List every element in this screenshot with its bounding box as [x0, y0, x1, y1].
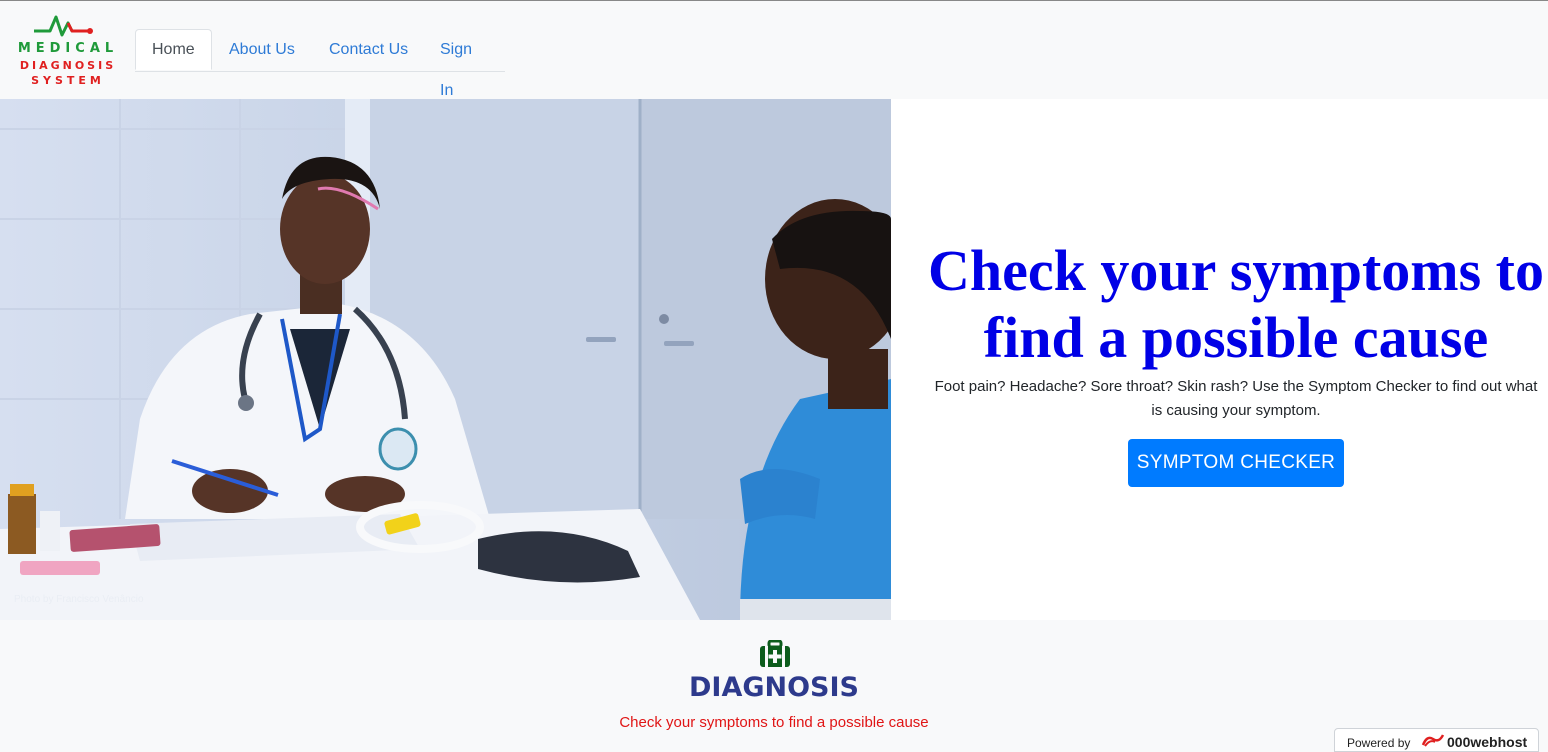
medkit-icon: [760, 640, 790, 667]
site-logo[interactable]: MEDICAL DIAGNOSIS SYSTEM: [8, 11, 128, 91]
header: MEDICAL DIAGNOSIS SYSTEM Home About Us C…: [0, 1, 1548, 99]
logo-text-system: SYSTEM: [31, 74, 105, 87]
photo-credit: Photo by Francisco Venâncio: [14, 594, 144, 605]
hero-subtitle: Foot pain? Headache? Sore throat? Skin r…: [934, 378, 1538, 419]
heartbeat-icon: [34, 15, 93, 37]
nav-contact-us[interactable]: Contact Us: [313, 29, 424, 70]
hero-panel: Check your symptoms to find a possible c…: [891, 99, 1548, 620]
nav-about-us[interactable]: About Us: [213, 29, 311, 70]
main-nav: Home About Us Contact Us Sign In: [135, 29, 505, 99]
logo-text-diagnosis: DIAGNOSIS: [19, 59, 117, 72]
powered-by-label: Powered by: [1347, 736, 1411, 750]
hero-title: Check your symptoms to find a possible c…: [928, 238, 1544, 370]
nav-sign-in[interactable]: Sign In: [424, 29, 505, 99]
host-name: 000webhost: [1447, 734, 1528, 750]
powered-by-badge[interactable]: Powered by 000webhost: [1334, 728, 1539, 752]
diagnosis-subtitle: Check your symptoms to find a possible c…: [619, 714, 929, 731]
logo-text-medical: MEDICAL: [17, 41, 119, 56]
hero-photo: [0, 99, 891, 620]
nav-home[interactable]: Home: [135, 29, 212, 70]
diagnosis-title: DIAGNOSIS: [688, 672, 859, 703]
000webhost-logo-icon: [1421, 734, 1445, 747]
symptom-checker-button[interactable]: SYMPTOM CHECKER: [1128, 439, 1344, 487]
